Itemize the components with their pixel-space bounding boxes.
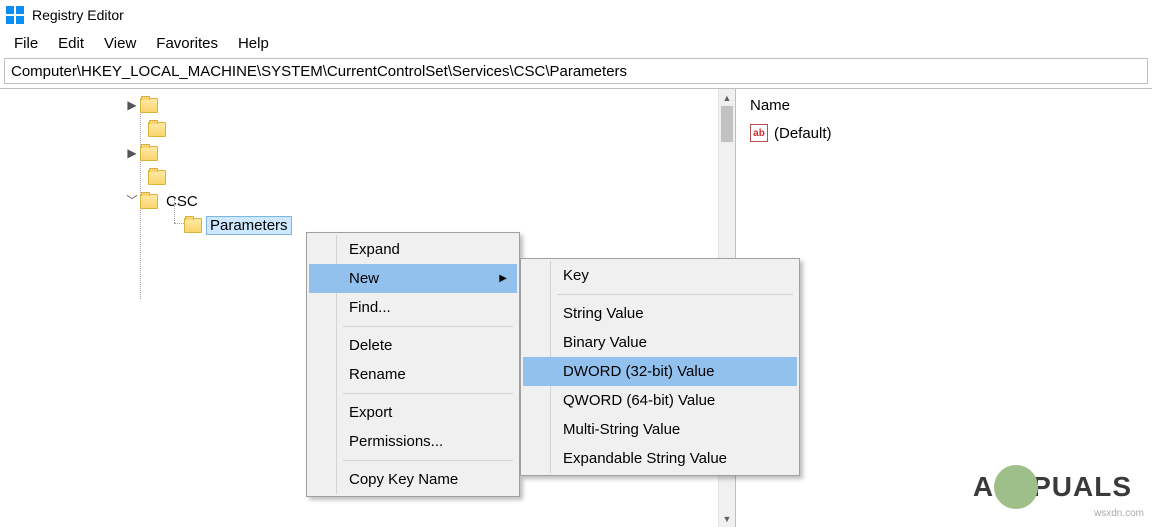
address-text: Computer\HKEY_LOCAL_MACHINE\SYSTEM\Curre… <box>11 63 627 80</box>
folder-icon <box>148 170 166 185</box>
window-title: Registry Editor <box>32 7 124 23</box>
chevron-down-icon[interactable]: ﹀ <box>124 196 140 207</box>
scroll-thumb[interactable] <box>721 106 733 142</box>
new-dword-value[interactable]: DWORD (32-bit) Value <box>523 357 797 386</box>
tree-node-collapsed[interactable]: ▶ <box>0 93 735 117</box>
new-key[interactable]: Key <box>523 261 797 290</box>
folder-icon <box>148 122 166 137</box>
folder-icon <box>184 218 202 233</box>
source-text: wsxdn.com <box>1094 508 1144 519</box>
address-bar[interactable]: Computer\HKEY_LOCAL_MACHINE\SYSTEM\Curre… <box>4 58 1148 84</box>
new-string-value[interactable]: String Value <box>523 299 797 328</box>
ctx-permissions[interactable]: Permissions... <box>309 427 517 456</box>
new-multistring-value[interactable]: Multi-String Value <box>523 415 797 444</box>
new-binary-value[interactable]: Binary Value <box>523 328 797 357</box>
context-menu: Expand New ▶ Find... Delete Rename Expor… <box>306 232 520 497</box>
chevron-right-icon[interactable]: ▶ <box>124 147 140 159</box>
new-expandable-string-value[interactable]: Expandable String Value <box>523 444 797 473</box>
menu-edit[interactable]: Edit <box>48 32 94 55</box>
ctx-export[interactable]: Export <box>309 398 517 427</box>
ctx-copy-key-name[interactable]: Copy Key Name <box>309 465 517 494</box>
ctx-find[interactable]: Find... <box>309 293 517 322</box>
ctx-new[interactable]: New ▶ <box>309 264 517 293</box>
ctx-rename[interactable]: Rename <box>309 360 517 389</box>
context-menu-separator <box>343 460 513 461</box>
value-name: (Default) <box>774 125 832 142</box>
new-submenu: Key String Value Binary Value DWORD (32-… <box>520 258 800 476</box>
menu-bar: File Edit View Favorites Help <box>0 30 1152 56</box>
new-qword-value[interactable]: QWORD (64-bit) Value <box>523 386 797 415</box>
folder-icon <box>140 146 158 161</box>
context-menu-separator <box>343 326 513 327</box>
tree-node-csc[interactable]: ﹀ CSC <box>0 189 735 213</box>
title-bar: Registry Editor <box>0 0 1152 30</box>
context-menu-separator <box>343 393 513 394</box>
tree-label-parameters: Parameters <box>206 216 292 235</box>
string-value-icon: ab <box>750 124 768 142</box>
tree-label-csc: CSC <box>162 192 202 211</box>
folder-icon <box>140 98 158 113</box>
scroll-up-arrow-icon[interactable]: ▲ <box>719 89 735 106</box>
tree-node-blurred <box>0 165 735 189</box>
value-row-default[interactable]: ab (Default) <box>744 122 1144 144</box>
menu-favorites[interactable]: Favorites <box>146 32 228 55</box>
context-menu-separator <box>557 294 793 295</box>
regedit-icon <box>6 6 24 24</box>
menu-view[interactable]: View <box>94 32 146 55</box>
scroll-down-arrow-icon[interactable]: ▼ <box>719 510 735 527</box>
folder-icon <box>140 194 158 209</box>
chevron-right-icon[interactable]: ▶ <box>124 99 140 111</box>
menu-help[interactable]: Help <box>228 32 279 55</box>
submenu-arrow-icon: ▶ <box>499 273 507 284</box>
tree-node-blurred <box>0 117 735 141</box>
menu-file[interactable]: File <box>4 32 48 55</box>
ctx-expand[interactable]: Expand <box>309 235 517 264</box>
column-header-name[interactable]: Name <box>744 93 1144 122</box>
tree-node-collapsed[interactable]: ▶ <box>0 141 735 165</box>
ctx-delete[interactable]: Delete <box>309 331 517 360</box>
